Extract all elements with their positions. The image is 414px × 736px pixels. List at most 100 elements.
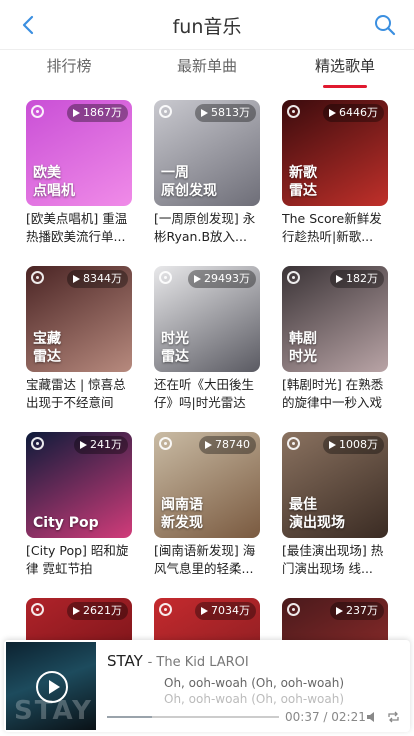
volume-icon[interactable] (366, 711, 378, 723)
play-count-badge: 2621万 (67, 602, 128, 620)
tab-bar: 排行榜 最新单曲 精选歌单 (0, 50, 414, 92)
playlist-cover[interactable]: 241万 City Pop (26, 432, 132, 538)
play-count: 5813万 (211, 106, 250, 119)
playlist-cover[interactable]: 78740 闽南语 新发现 (154, 432, 260, 538)
cover-title: 闽南语 新发现 (161, 497, 203, 531)
tab-label: 最新单曲 (176, 57, 237, 75)
playlist-card[interactable]: 241万 City Pop [City Pop] 昭和旋律 霓虹节拍 (26, 432, 132, 582)
cover-title: 一周 原创发现 (161, 165, 217, 199)
play-count: 6446万 (339, 106, 378, 119)
playlist-caption[interactable]: The Score新鲜发行趁热听|新歌... (282, 210, 388, 246)
playlist-caption[interactable]: [闽南语新发现] 海风气息里的轻柔... (154, 542, 260, 578)
play-icon (336, 275, 343, 283)
playlist-cover[interactable]: 1008万最佳 演出现场 (282, 432, 388, 538)
search-icon[interactable] (374, 14, 396, 36)
play-count-badge: 1008万 (323, 436, 384, 454)
app-logo-icon (287, 105, 300, 118)
playlist-caption[interactable]: [韩剧时光] 在熟悉的旋律中一秒入戏 (282, 376, 388, 412)
play-count: 241万 (90, 438, 122, 451)
cover-title: 最佳 演出现场 (289, 497, 345, 531)
tab-featured-playlists[interactable]: 精选歌单 (276, 50, 414, 92)
song-title: STAY (107, 652, 143, 670)
playlist-card[interactable]: 6446万新歌 雷达 The Score新鲜发行趁热听|新歌... (282, 100, 388, 250)
playlist-caption[interactable]: 还在听《大田後生仔》吗|时光雷达 (154, 376, 260, 412)
app-header: fun音乐 (0, 0, 414, 50)
play-icon (329, 441, 336, 449)
play-icon (201, 607, 208, 615)
app-logo-icon (159, 603, 172, 616)
play-count-badge: 1867万 (67, 104, 128, 122)
playlist-cover[interactable]: 1867万欧美 点唱机 (26, 100, 132, 206)
playlist-card[interactable]: 182万韩剧 时光 [韩剧时光] 在熟悉的旋律中一秒入戏 (282, 266, 388, 416)
playlist-caption[interactable]: [欧美点唱机] 重温热播欧美流行单... (26, 210, 132, 246)
app-logo-icon (159, 105, 172, 118)
playlist-caption[interactable]: [最佳演出现场] 热门演出现场 线... (282, 542, 388, 578)
app-logo-icon (287, 437, 300, 450)
playlist-cover[interactable]: 5813万一周 原创发现 (154, 100, 260, 206)
progress-bar[interactable] (107, 716, 279, 718)
lyric-current: Oh, ooh-woah (Oh, ooh-woah) (164, 676, 345, 690)
play-icon (73, 607, 80, 615)
now-playing-cover[interactable]: STAY (6, 642, 96, 730)
play-icon (201, 109, 208, 117)
time-display: 00:37 / 02:21 (285, 710, 366, 724)
play-count-badge: 182万 (330, 270, 384, 288)
playlist-cover[interactable]: 182万韩剧 时光 (282, 266, 388, 372)
cover-title: 宝藏 雷达 (33, 331, 61, 365)
play-icon (194, 275, 201, 283)
play-count: 29493万 (204, 272, 250, 285)
play-count: 2621万 (83, 604, 122, 617)
playlist-cover[interactable]: 29493万时光 雷达 (154, 266, 260, 372)
page-title: fun音乐 (172, 16, 242, 38)
play-icon (205, 441, 212, 449)
app-logo-icon (287, 603, 300, 616)
app-logo-icon (31, 105, 44, 118)
play-count: 1867万 (83, 106, 122, 119)
playlist-card[interactable]: 29493万时光 雷达还在听《大田後生仔》吗|时光雷达 (154, 266, 260, 416)
playlist-card[interactable]: 1867万欧美 点唱机 [欧美点唱机] 重温热播欧美流行单... (26, 100, 132, 250)
playlist-caption[interactable]: [City Pop] 昭和旋律 霓虹节拍 (26, 542, 132, 578)
playlist-cover[interactable]: 6446万新歌 雷达 (282, 100, 388, 206)
app-logo-icon (159, 437, 172, 450)
tab-new-singles[interactable]: 最新单曲 (138, 50, 276, 92)
play-icon (73, 109, 80, 117)
play-count-badge: 29493万 (188, 270, 256, 288)
play-count: 1008万 (339, 438, 378, 451)
cover-title: 欧美 点唱机 (33, 165, 75, 199)
play-count-badge: 241万 (74, 436, 128, 454)
play-count: 182万 (346, 272, 378, 285)
play-count-badge: 78740 (199, 436, 256, 454)
play-icon (80, 441, 87, 449)
play-icon (73, 275, 80, 283)
active-tab-indicator (323, 85, 367, 88)
playlist-card[interactable]: 1008万最佳 演出现场 [最佳演出现场] 热门演出现场 线... (282, 432, 388, 582)
play-count-badge: 7034万 (195, 602, 256, 620)
cover-title: 韩剧 时光 (289, 331, 317, 365)
play-count: 7034万 (211, 604, 250, 617)
app-logo-icon (31, 271, 44, 284)
playlist-card[interactable]: 5813万一周 原创发现 [一周原创发现] 永彬Ryan.B放入... (154, 100, 260, 250)
playlist-caption[interactable]: [一周原创发现] 永彬Ryan.B放入... (154, 210, 260, 246)
artist-name: - The Kid LAROI (147, 655, 249, 670)
cover-title: City Pop (33, 515, 99, 531)
tab-charts[interactable]: 排行榜 (0, 50, 138, 92)
play-count: 8344万 (83, 272, 122, 285)
cover-title: 时光 雷达 (161, 331, 189, 365)
playlist-cover[interactable]: 8344万宝藏 雷达 (26, 266, 132, 372)
progress-fill (107, 716, 152, 718)
play-count-badge: 6446万 (323, 104, 384, 122)
play-icon (329, 109, 336, 117)
playlist-card[interactable]: 78740 闽南语 新发现 [闽南语新发现] 海风气息里的轻柔... (154, 432, 260, 582)
play-button[interactable] (36, 671, 68, 703)
repeat-icon[interactable] (387, 711, 400, 723)
play-icon (336, 607, 343, 615)
app-logo-icon (287, 271, 300, 284)
play-count-badge: 5813万 (195, 104, 256, 122)
lyric-next: Oh, ooh-woah (Oh, ooh-woah) (164, 692, 345, 706)
tab-label: 排行榜 (46, 57, 92, 75)
cover-title: 新歌 雷达 (289, 165, 317, 199)
app-logo-icon (31, 437, 44, 450)
playlist-card[interactable]: 8344万宝藏 雷达宝藏雷达 | 惊喜总出现于不经意间 (26, 266, 132, 416)
app-logo-icon (159, 271, 172, 284)
playlist-caption[interactable]: 宝藏雷达 | 惊喜总出现于不经意间 (26, 376, 132, 412)
